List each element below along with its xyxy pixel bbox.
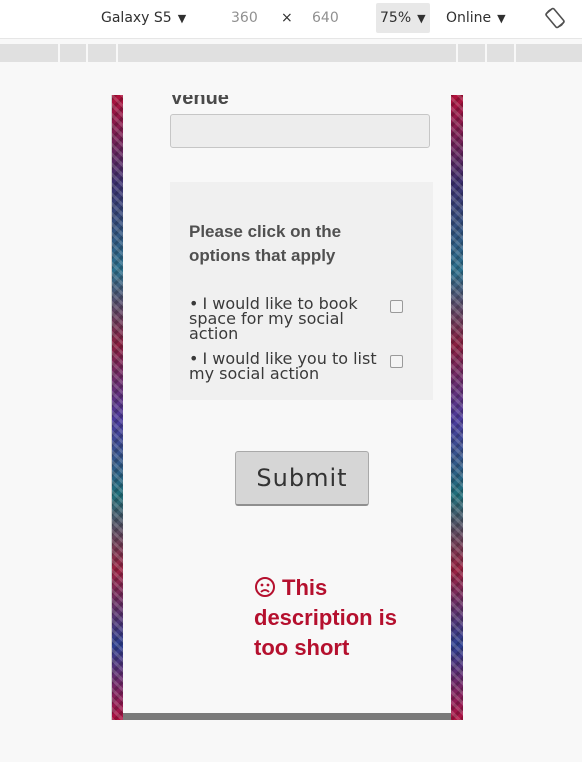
frown-face-icon <box>255 577 275 597</box>
zoom-select[interactable]: 75% ▼ <box>376 3 430 33</box>
ruler-segment[interactable] <box>116 44 118 62</box>
option-label: I would like to book space for my social… <box>189 294 358 343</box>
device-select[interactable]: Galaxy S5 ▼ <box>101 0 186 36</box>
height-field[interactable]: 640 <box>312 0 339 36</box>
device-viewport: Venue Please click on the options that a… <box>111 95 463 720</box>
ruler-segment[interactable] <box>86 44 88 62</box>
ruler-segment[interactable] <box>485 44 487 62</box>
dimension-separator: × <box>281 10 293 26</box>
option-book-space: • I would like to book space for my socia… <box>189 294 379 343</box>
ruler-segment[interactable] <box>456 44 458 62</box>
options-panel: Please click on the options that apply •… <box>170 182 433 400</box>
device-toolbar: Galaxy S5 ▼ 360 × 640 75% ▼ Online ▼ <box>0 0 582 39</box>
viewport-border <box>111 95 112 720</box>
network-value: Online <box>446 10 492 26</box>
ruler-segment[interactable] <box>514 44 516 62</box>
width-field[interactable]: 360 <box>231 0 258 36</box>
ruler-segment[interactable] <box>58 44 60 62</box>
venue-input[interactable] <box>170 114 430 148</box>
book-space-checkbox[interactable] <box>390 300 403 313</box>
submit-button[interactable]: Submit <box>235 451 369 506</box>
caret-down-icon: ▼ <box>177 12 187 25</box>
venue-label: Venue <box>170 95 229 109</box>
option-list-action: • I would like you to list my social acti… <box>189 349 379 383</box>
rotate-icon[interactable] <box>544 7 566 29</box>
network-select[interactable]: Online ▼ <box>446 0 506 36</box>
device-name: Galaxy S5 <box>101 10 172 26</box>
caret-down-icon: ▼ <box>417 12 426 25</box>
caret-down-icon: ▼ <box>497 12 506 25</box>
page-scroll-edge <box>123 713 451 720</box>
list-action-checkbox[interactable] <box>390 355 403 368</box>
option-label: I would like you to list my social actio… <box>189 349 377 383</box>
media-query-ruler[interactable] <box>0 44 582 62</box>
page-content: Venue Please click on the options that a… <box>123 95 451 713</box>
validation-error: This description is too short <box>254 573 404 663</box>
zoom-value: 75% <box>380 10 412 26</box>
options-heading: Please click on the options that apply <box>189 222 342 265</box>
